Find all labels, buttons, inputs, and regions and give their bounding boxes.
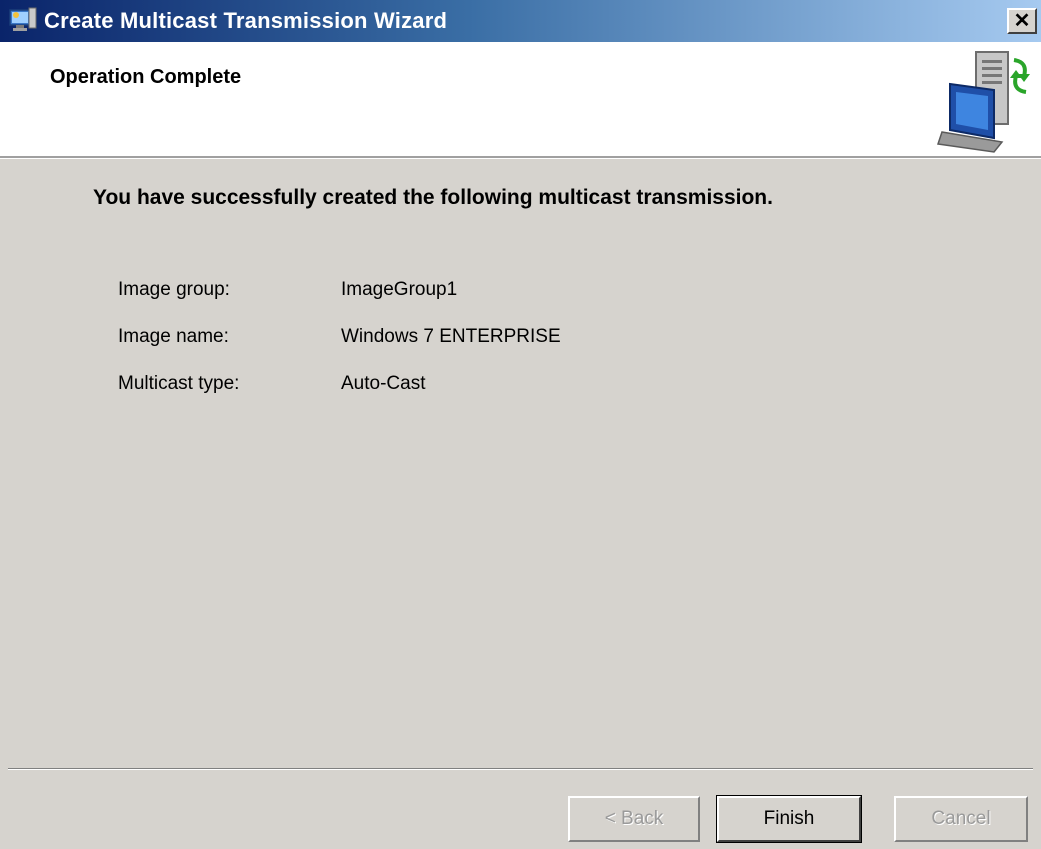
cancel-button[interactable]: Cancel bbox=[894, 796, 1028, 842]
back-button-label: < Back bbox=[604, 808, 664, 829]
image-name-value: Windows 7 ENTERPRISE bbox=[341, 326, 561, 347]
wizard-app-icon bbox=[9, 7, 37, 31]
server-computer-icon bbox=[937, 51, 1030, 153]
wizard-window: Create Multicast Transmission Wizard ✕ O… bbox=[0, 0, 1041, 849]
window-title: Create Multicast Transmission Wizard bbox=[44, 8, 448, 33]
cancel-button-label: Cancel bbox=[931, 808, 991, 829]
finish-button[interactable]: Finish bbox=[716, 795, 862, 843]
image-group-value: ImageGroup1 bbox=[341, 279, 458, 300]
close-icon: ✕ bbox=[1013, 10, 1031, 32]
page-title: Operation Complete bbox=[50, 66, 242, 88]
wizard-header: Operation Complete bbox=[0, 42, 1041, 156]
multicast-type-label: Multicast type: bbox=[118, 373, 240, 394]
close-button[interactable]: ✕ bbox=[1007, 8, 1037, 34]
image-name-label: Image name: bbox=[118, 326, 229, 347]
finish-button-label: Finish bbox=[763, 808, 815, 829]
footer-divider bbox=[8, 768, 1033, 770]
title-bar[interactable]: Create Multicast Transmission Wizard ✕ bbox=[0, 0, 1041, 42]
image-group-label: Image group: bbox=[118, 279, 230, 300]
back-button[interactable]: < Back bbox=[568, 796, 700, 842]
success-message: You have successfully created the follow… bbox=[93, 186, 773, 209]
header-divider bbox=[0, 156, 1041, 159]
multicast-type-value: Auto-Cast bbox=[341, 373, 426, 394]
